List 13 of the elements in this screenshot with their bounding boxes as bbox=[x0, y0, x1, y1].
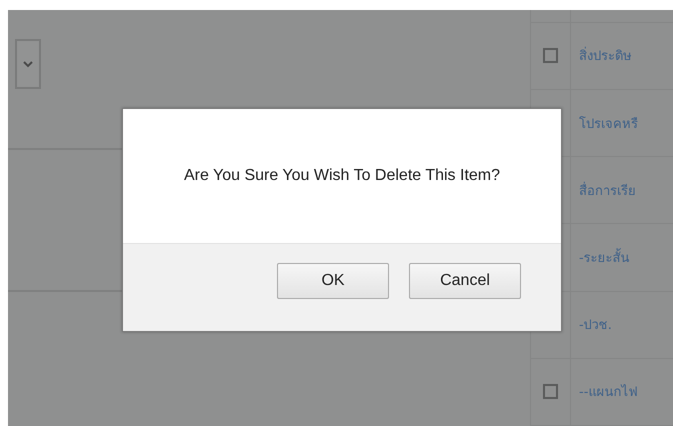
row-link[interactable]: -ปวช. bbox=[579, 314, 612, 336]
ok-button[interactable]: OK bbox=[277, 262, 389, 298]
row-link[interactable]: --แผนกไฟ bbox=[579, 381, 638, 402]
dialog-message: Are You Sure You Wish To Delete This Item? bbox=[184, 167, 500, 185]
row-checkbox[interactable] bbox=[543, 48, 558, 64]
row-link[interactable]: -ระยะสั้น bbox=[579, 246, 630, 268]
dropdown-select[interactable] bbox=[15, 39, 41, 89]
row-checkbox[interactable] bbox=[543, 384, 558, 400]
row-link[interactable]: โปรเจคหรื bbox=[579, 112, 638, 134]
row-link[interactable]: สิ่งประดิษ bbox=[579, 45, 632, 66]
cancel-button[interactable]: Cancel bbox=[409, 262, 521, 298]
row-link[interactable]: สื่อการเรีย bbox=[579, 180, 636, 201]
chevron-down-icon bbox=[23, 60, 33, 68]
